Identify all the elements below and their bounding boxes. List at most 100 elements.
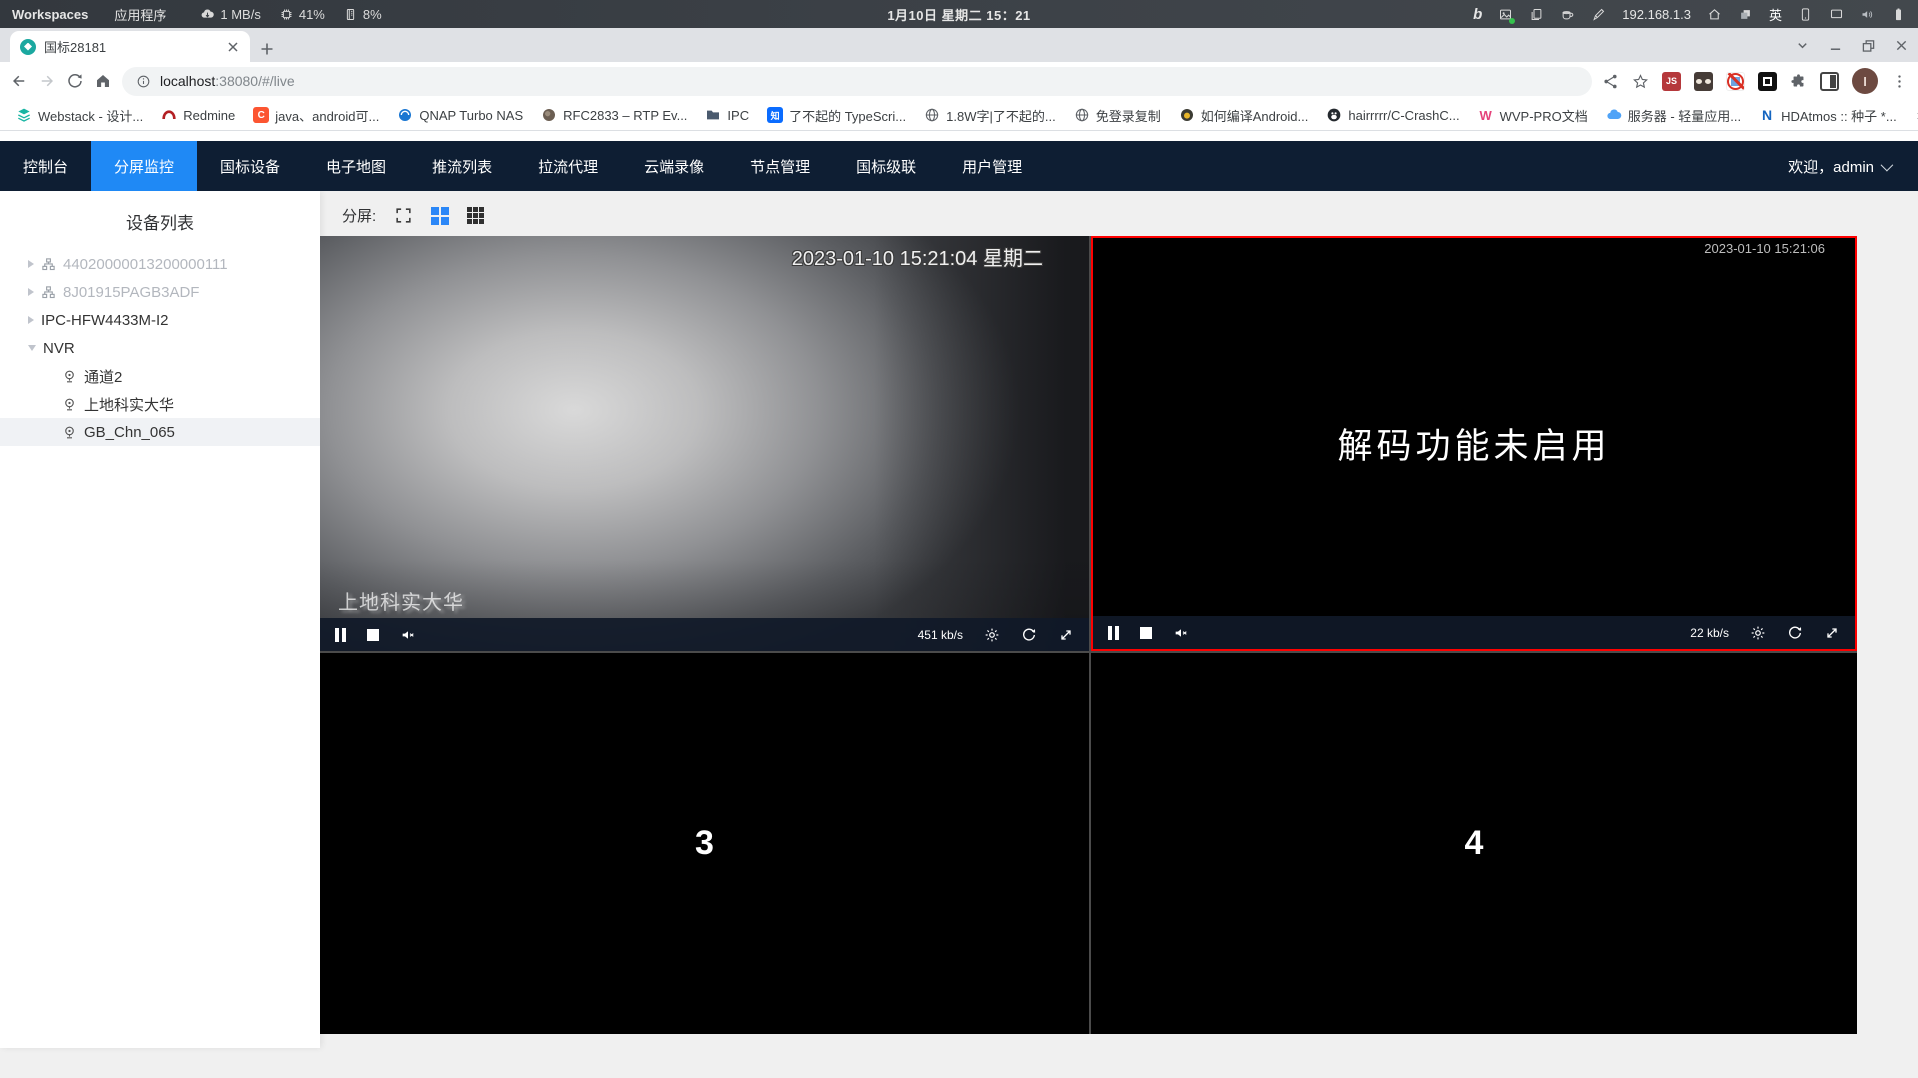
- browser-menu-kebab-icon[interactable]: [1891, 73, 1908, 90]
- caret-right-icon[interactable]: [28, 316, 34, 324]
- dark-mode-extension-icon[interactable]: [1758, 71, 1777, 91]
- bookmark-article1[interactable]: 1.8W字|了不起的...: [916, 103, 1064, 128]
- bookmark-csdn[interactable]: C java、android可...: [245, 103, 387, 128]
- tab-node-manage[interactable]: 节点管理: [727, 141, 833, 191]
- tree-item-ipc[interactable]: IPC-HFW4433M-I2: [0, 306, 320, 334]
- js-extension-icon[interactable]: JS: [1662, 71, 1681, 91]
- browser-tab[interactable]: 国标28181: [10, 31, 250, 62]
- tab-cloud-record[interactable]: 云端录像: [621, 141, 727, 191]
- refresh-icon[interactable]: [1021, 627, 1037, 643]
- restore-icon[interactable]: [1862, 39, 1875, 52]
- clock[interactable]: 1月10日 星期二 15：21: [887, 5, 1030, 24]
- tree-item-device1[interactable]: 44020000013200000111: [0, 250, 320, 278]
- video-cell-3[interactable]: 3: [320, 653, 1089, 1034]
- video-cell-1[interactable]: 2023-01-10 15:21:04 星期二 上地科实大华 451 kb/s: [320, 236, 1089, 651]
- reload-button[interactable]: [66, 72, 84, 90]
- forward-button[interactable]: [38, 72, 56, 90]
- input-language-indicator[interactable]: 英: [1769, 5, 1782, 24]
- tab-console[interactable]: 控制台: [0, 141, 91, 191]
- privacy-extension-icon[interactable]: [1694, 71, 1713, 91]
- caret-down-icon[interactable]: [28, 345, 36, 351]
- windows-tray-icon[interactable]: [1738, 7, 1753, 22]
- image-blocker-extension-icon[interactable]: [1726, 71, 1745, 91]
- stop-button[interactable]: [366, 628, 379, 641]
- bookmark-cloud-server[interactable]: 服务器 - 轻量应用...: [1598, 103, 1749, 128]
- tab-e-map[interactable]: 电子地图: [303, 141, 409, 191]
- stop-button[interactable]: [1139, 626, 1152, 639]
- bookmark-webstack[interactable]: Webstack - 设计...: [8, 103, 151, 128]
- user-menu[interactable]: 欢迎，admin: [1788, 141, 1894, 191]
- tab-title: 国标28181: [44, 40, 107, 55]
- video1-bitrate: 451 kb/s: [917, 627, 963, 642]
- tab-push-list[interactable]: 推流列表: [409, 141, 515, 191]
- tab-favicon-icon: [20, 38, 36, 55]
- settings-gear-icon[interactable]: [1750, 625, 1766, 641]
- share-icon[interactable]: [1602, 73, 1619, 90]
- cloud-download-icon: [201, 8, 215, 18]
- volume-muted-icon[interactable]: [1173, 625, 1189, 641]
- sidebar-extension-icon[interactable]: [1820, 71, 1839, 91]
- url-bar[interactable]: localhost:38080/#/live: [122, 66, 1592, 96]
- new-tab-button[interactable]: [260, 42, 274, 56]
- bookmark-redmine[interactable]: Redmine: [153, 104, 243, 126]
- expand-icon[interactable]: [1058, 627, 1074, 643]
- tree-item-shangdi[interactable]: 上地科实大华: [0, 390, 320, 418]
- caret-right-icon[interactable]: [28, 288, 34, 296]
- close-window-icon[interactable]: [1895, 39, 1908, 52]
- tab-gb-cascade[interactable]: 国标级联: [833, 141, 939, 191]
- refresh-icon[interactable]: [1787, 625, 1803, 641]
- tab-pull-proxy[interactable]: 拉流代理: [515, 141, 621, 191]
- clipboard-tray-icon[interactable]: [1529, 7, 1544, 22]
- tree-item-channel2[interactable]: 通道2: [0, 362, 320, 390]
- bookmark-zhihu[interactable]: 知 了不起的 TypeScri...: [759, 103, 914, 128]
- volume-muted-icon[interactable]: [400, 627, 416, 643]
- site-info-icon[interactable]: [136, 74, 151, 89]
- wvp-icon: W: [1477, 107, 1494, 123]
- volume-tray-icon[interactable]: [1860, 7, 1875, 22]
- applications-menu[interactable]: 应用程序: [114, 5, 166, 24]
- bookmark-qnap[interactable]: QNAP Turbo NAS: [389, 104, 531, 126]
- bookmark-rfc[interactable]: RFC2833 – RTP Ev...: [533, 104, 695, 126]
- caret-right-icon[interactable]: [28, 260, 34, 268]
- tree-item-nvr[interactable]: NVR: [0, 334, 320, 362]
- tab-gb-devices[interactable]: 国标设备: [197, 141, 303, 191]
- tab-split-monitor[interactable]: 分屏监控: [91, 141, 198, 191]
- grid-3x3-icon[interactable]: [467, 207, 484, 224]
- profile-avatar[interactable]: I: [1852, 68, 1878, 94]
- video-cell-4[interactable]: 4: [1091, 653, 1857, 1034]
- extensions-puzzle-icon[interactable]: [1790, 73, 1807, 90]
- phone-link-icon[interactable]: [1798, 7, 1813, 22]
- tree-item-device2[interactable]: 8J01915PAGB3ADF: [0, 278, 320, 306]
- fullscreen-icon[interactable]: [394, 206, 413, 225]
- tree-item-gb-chn-065[interactable]: GB_Chn_065: [0, 418, 320, 446]
- coffee-tray-icon[interactable]: [1560, 7, 1575, 22]
- bookmark-hdatmos[interactable]: N HDAtmos :: 种子 *...: [1751, 103, 1905, 128]
- screenshot-tray-icon[interactable]: [1498, 7, 1516, 24]
- grid-2x2-icon[interactable]: [431, 206, 450, 225]
- home-button[interactable]: [94, 72, 112, 90]
- bookmark-copyfree[interactable]: 免登录复制: [1066, 103, 1169, 128]
- bing-tray-icon[interactable]: b: [1473, 6, 1482, 23]
- workspaces-button[interactable]: Workspaces: [12, 7, 88, 22]
- expand-icon[interactable]: [1824, 625, 1840, 641]
- back-button[interactable]: [10, 72, 28, 90]
- tab-close-button[interactable]: [226, 40, 240, 54]
- home-tray-icon[interactable]: [1707, 7, 1722, 22]
- display-tray-icon[interactable]: [1829, 7, 1844, 22]
- tab-user-manage[interactable]: 用户管理: [939, 141, 1045, 191]
- bookmark-wvp-docs[interactable]: W WVP-PRO文档: [1470, 103, 1596, 128]
- bookmark-star-icon[interactable]: [1632, 73, 1649, 90]
- bookmark-ipc-folder[interactable]: IPC: [697, 104, 757, 126]
- bookmarks-overflow-button[interactable]: »: [1907, 107, 1918, 124]
- pause-button[interactable]: [335, 627, 346, 642]
- tab-search-chevron-icon[interactable]: [1796, 39, 1809, 52]
- pause-button[interactable]: [1108, 625, 1119, 640]
- url-text: localhost:38080/#/live: [160, 73, 295, 89]
- minimize-icon[interactable]: [1829, 39, 1842, 52]
- video-cell-2[interactable]: 2023-01-10 15:21:06 解码功能未启用 22 kb/s: [1091, 236, 1857, 651]
- bookmark-github[interactable]: hairrrrr/C-CrashC...: [1318, 104, 1467, 126]
- settings-gear-icon[interactable]: [984, 627, 1000, 643]
- app-navbar: 控制台 分屏监控 国标设备 电子地图 推流列表 拉流代理 云端录像 节点管理 国…: [0, 141, 1918, 191]
- pen-tray-icon[interactable]: [1591, 7, 1606, 22]
- bookmark-android-build[interactable]: 如何编译Android...: [1171, 103, 1317, 128]
